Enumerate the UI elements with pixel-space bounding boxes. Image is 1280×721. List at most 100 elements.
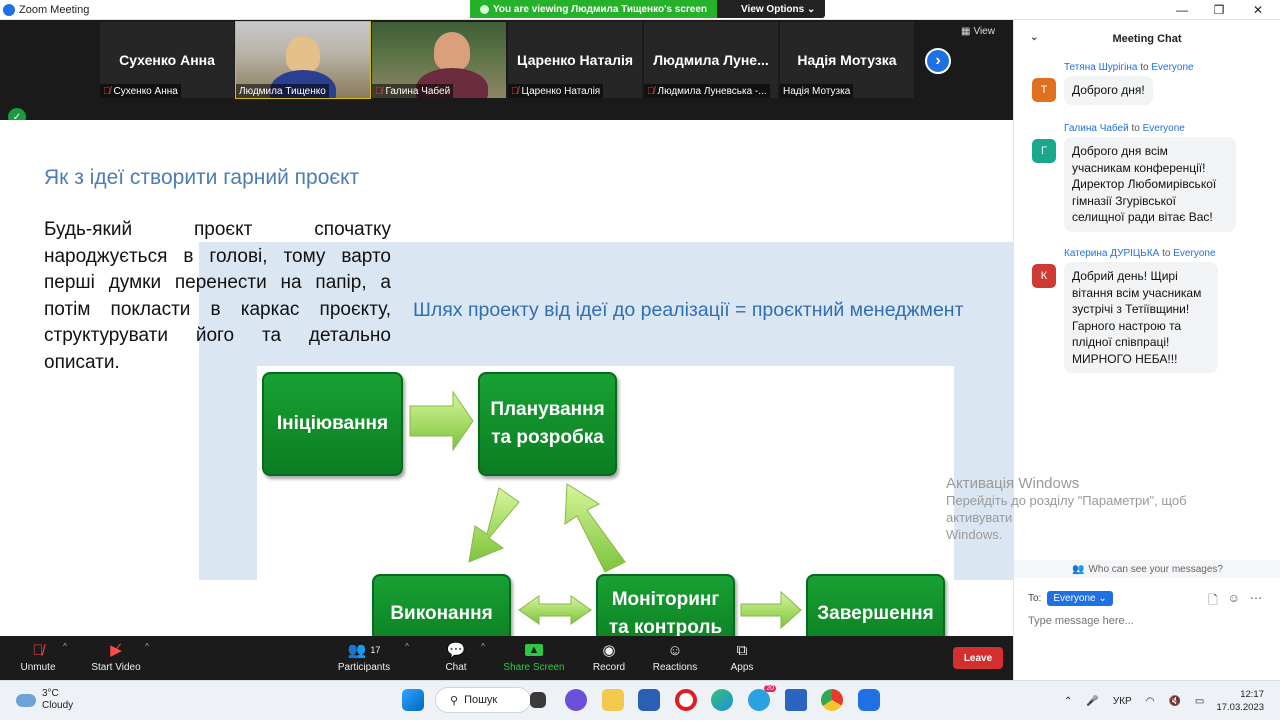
more-icon[interactable]: ⋯ [1250, 591, 1262, 612]
participant-name: Людмила Луневська -... [657, 85, 767, 97]
chat-bubble-icon: 💬 [446, 642, 466, 659]
record-label: Record [592, 662, 626, 673]
file-explorer-icon[interactable] [602, 689, 624, 711]
word-icon[interactable] [785, 689, 807, 711]
recipient-dropdown[interactable]: Everyone ⌄ [1047, 591, 1113, 606]
microphone-icon[interactable]: 🎤 [1086, 696, 1098, 707]
weather-condition: Cloudy [42, 700, 74, 711]
participants-button[interactable]: 👥 17 Participants [334, 638, 394, 678]
chat-button[interactable]: 💬 Chat [440, 638, 472, 678]
taskbar-clock[interactable]: 12:17 17.03.2023 [1216, 688, 1264, 714]
minimize-button[interactable]: — [1162, 0, 1202, 20]
participant-label: Надія Мотузка [780, 84, 854, 98]
watermark-line1: Активація Windows [946, 475, 1080, 492]
message-meta: Катерина ДУРІЦЬКА to Everyone [1064, 248, 1216, 259]
message-bubble: Добрий день! Щирі вітання всім учасникам… [1064, 262, 1218, 373]
zoom-taskbar-icon[interactable] [858, 689, 880, 711]
recipient-row: To: Everyone ⌄ [1028, 591, 1113, 606]
person-head [434, 32, 470, 70]
share-status: You are viewing Людмила Тищенко's screen [470, 0, 718, 18]
weather-widget[interactable]: 3°C Cloudy [16, 688, 73, 712]
next-page-button[interactable]: › [925, 48, 951, 74]
message-recipient: Everyone [1173, 248, 1216, 259]
taskbar-search[interactable]: ⚲ Пошук [435, 687, 531, 713]
participants-count: 17 [370, 645, 381, 655]
participant-tile-active-speaker[interactable]: Людмила Тищенко [235, 21, 371, 99]
chat-label: Chat [445, 662, 467, 673]
battery-icon[interactable]: ▭ [1195, 696, 1204, 707]
reactions-button[interactable]: ☺ Reactions [650, 638, 700, 678]
participant-tile[interactable]: 🎙̸ Галина Чабей [372, 22, 506, 98]
weather-text: 3°C Cloudy [42, 688, 73, 712]
close-button[interactable]: ✕ [1238, 0, 1278, 20]
mic-off-icon: 🎙̸ [511, 85, 519, 97]
participant-tile[interactable]: Царенко Наталія 🎙̸ Царенко Наталія [508, 22, 642, 98]
audio-options-caret[interactable]: ^ [60, 638, 70, 678]
chat-message-input[interactable] [1028, 615, 1268, 627]
chevron-up-icon[interactable]: ⌃ [1064, 696, 1072, 707]
participant-tile[interactable]: Надія Мотузка Надія Мотузка [780, 22, 914, 98]
leave-button[interactable]: Leave [953, 647, 1003, 669]
message-to-word: to [1131, 123, 1140, 134]
record-button[interactable]: ◉ Record [590, 638, 628, 678]
share-banner: You are viewing Людмила Тищенко's screen… [470, 0, 826, 18]
slide-blue-title: Шлях проекту від ідеї до реалізації = пр… [413, 299, 964, 321]
share-screen-button[interactable]: ▲ Share Screen [502, 638, 566, 678]
share-screen-icon: ▲ [524, 638, 544, 662]
shared-screen: Як з ідеї створити гарний проєкт Будь-як… [0, 120, 1013, 636]
shield-icon [480, 4, 489, 14]
maximize-button[interactable]: ❐ [1199, 0, 1239, 20]
store-icon[interactable] [638, 689, 660, 711]
smiley-icon: ☺ [667, 641, 683, 659]
file-icon[interactable]: 🗋 [1208, 591, 1218, 612]
watermark-line2: Перейдіть до розділу "Параметри", щоб ак… [946, 493, 1187, 525]
participants-caret[interactable]: ^ [402, 638, 412, 678]
chevron-up-icon: ^ [145, 642, 149, 651]
chevron-down-icon[interactable]: ⌄ [1030, 32, 1038, 43]
participant-label: 🎙̸ Царенко Наталія [508, 84, 604, 98]
emoji-icon[interactable]: ☺ [1228, 591, 1240, 612]
view-button[interactable]: ▦ View [961, 26, 995, 37]
flow-arrows [409, 390, 802, 630]
to-label: To: [1028, 593, 1042, 604]
opera-icon[interactable] [675, 689, 697, 711]
message-sender[interactable]: Галина Чабей [1064, 123, 1129, 134]
message-sender[interactable]: Тетяна Шурігіна [1064, 62, 1137, 73]
chrome-icon[interactable] [821, 689, 843, 711]
system-tray: ⌃ 🎤 УКР ◠ 🔇 ▭ [1064, 681, 1204, 721]
message-bubble: Доброго дня! [1064, 76, 1153, 105]
participant-tile[interactable]: Людмила Луне... 🎙̸ Людмила Луневська -... [644, 22, 778, 98]
apps-button[interactable]: ⧉ Apps [726, 638, 758, 678]
clock-date: 17.03.2023 [1216, 702, 1264, 713]
arrow-double [518, 595, 592, 625]
task-view-icon[interactable] [530, 692, 546, 708]
video-options-caret[interactable]: ^ [142, 638, 152, 678]
search-label: Пошук [464, 694, 498, 706]
edge-icon[interactable] [711, 689, 733, 711]
slide-title: Як з ідеї створити гарний проєкт [44, 166, 360, 189]
chat-message: Галина Чабей to Everyone Г Доброго дня в… [1032, 123, 1272, 238]
unmute-button[interactable]: 🎙̸ Unmute [18, 638, 58, 678]
chat-caret[interactable]: ^ [478, 638, 488, 678]
meeting-toolbar: 🎙̸ Unmute ^ ▶̸ Start Video ^ 👥 17 Partici… [0, 636, 1013, 680]
start-video-button[interactable]: ▶̸ Start Video [88, 638, 144, 678]
chat-message: Катерина ДУРІЦЬКА to Everyone К Добрий д… [1032, 248, 1272, 378]
message-recipient: Everyone [1151, 62, 1194, 73]
windows-start-icon[interactable] [402, 689, 424, 711]
telegram-icon[interactable]: 20 [748, 685, 776, 711]
language-indicator[interactable]: УКР [1113, 696, 1132, 707]
chat-message: Тетяна Шурігіна to Everyone Т Доброго дн… [1032, 62, 1272, 112]
speaker-muted-icon[interactable]: 🔇 [1168, 696, 1180, 707]
apps-icon: ⧉ [736, 641, 748, 659]
watermark-line3: Windows. [946, 527, 1003, 542]
participant-tile[interactable]: Сухенко Анна 🎙̸ Сухенко Анна [100, 22, 234, 98]
chat-header: ⌄ Meeting Chat [1014, 20, 1280, 58]
wifi-icon[interactable]: ◠ [1146, 696, 1155, 707]
teams-chat-icon[interactable] [565, 689, 587, 711]
view-options-button[interactable]: View Options ⌄ [717, 0, 826, 18]
arrow-up-left [564, 483, 626, 573]
message-sender[interactable]: Катерина ДУРІЦЬКА [1064, 248, 1159, 259]
who-can-see-link[interactable]: 👥 Who can see your messages? [1014, 560, 1280, 578]
who-can-see-text: Who can see your messages? [1088, 563, 1223, 575]
avatar: К [1032, 264, 1056, 288]
